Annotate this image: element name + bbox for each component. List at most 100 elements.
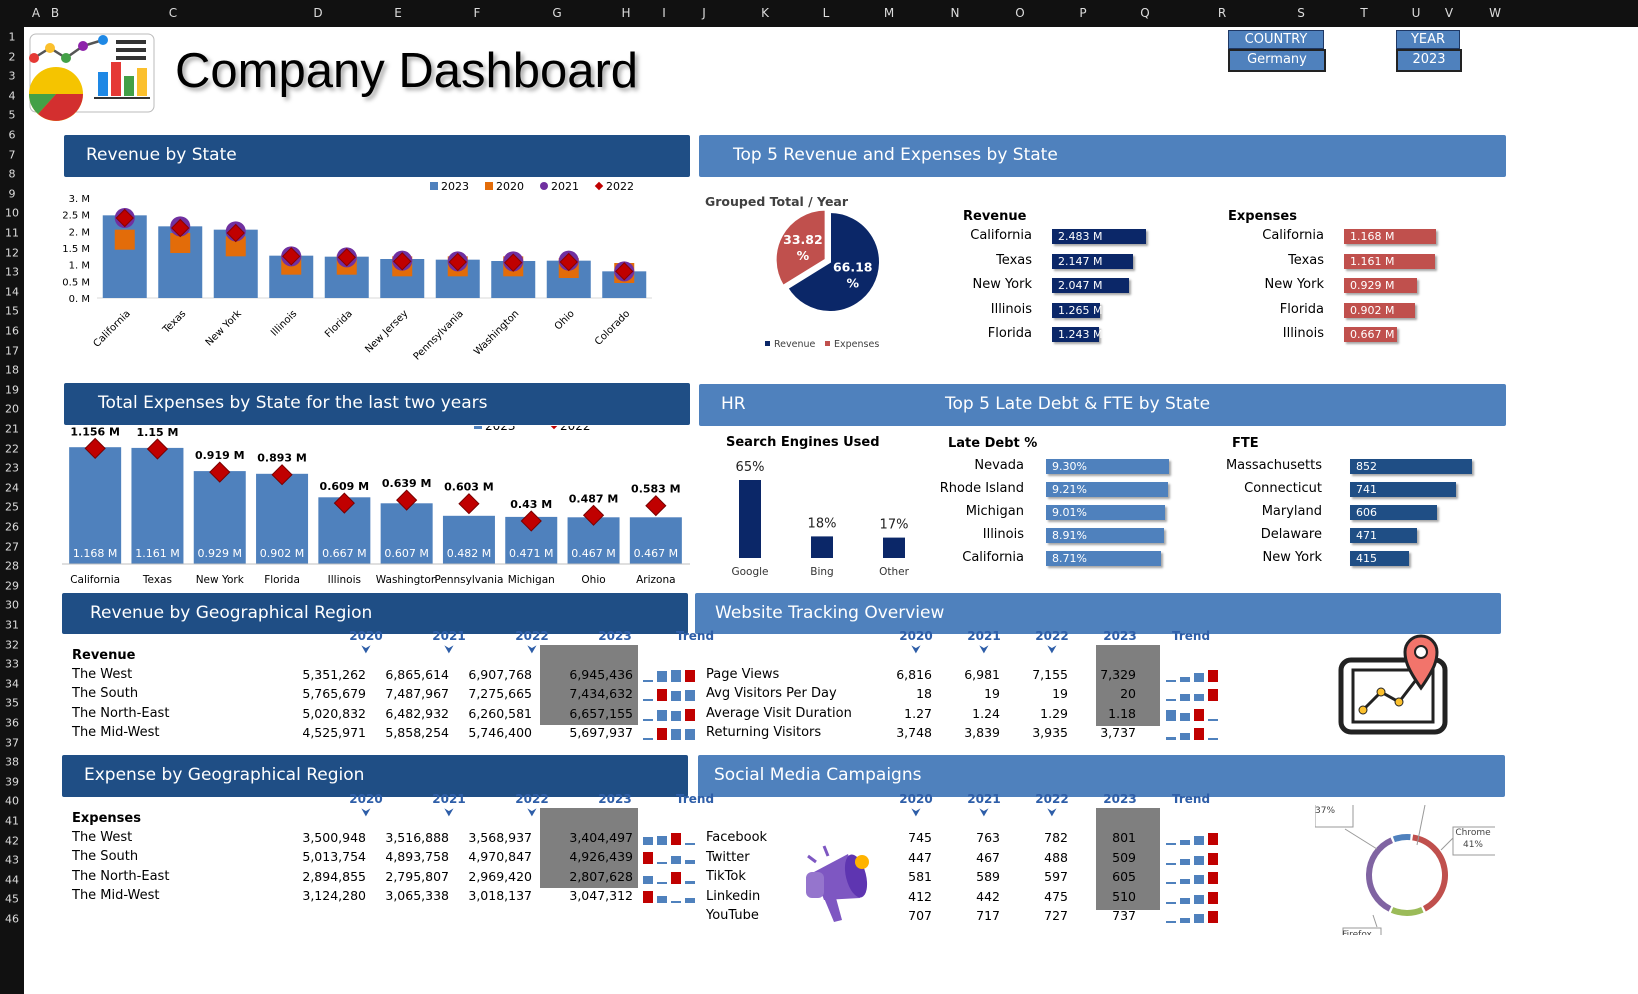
list-item-label: New York bbox=[1262, 550, 1322, 565]
trend-bar bbox=[1194, 727, 1204, 740]
search-bar bbox=[883, 537, 905, 558]
table-cell: 3,737 bbox=[1100, 724, 1136, 740]
search-value-label: 18% bbox=[808, 516, 837, 531]
country-filter-value[interactable]: Germany bbox=[1228, 49, 1326, 72]
trend-bar bbox=[643, 852, 653, 865]
trend-bar bbox=[1208, 737, 1218, 740]
list-item-bar: 9.01% bbox=[1046, 505, 1166, 520]
category-label: Ohio bbox=[581, 574, 605, 586]
trend-bar bbox=[1166, 862, 1176, 865]
hr-banner: HR Top 5 Late Debt & FTE by State bbox=[699, 384, 1506, 426]
year-header: 2020 bbox=[349, 629, 383, 643]
list-item-bar: 2.483 M bbox=[1052, 229, 1146, 244]
trend-bar bbox=[1194, 875, 1204, 884]
search-name-label: Bing bbox=[810, 566, 833, 578]
trend-bar bbox=[1180, 694, 1190, 702]
table-cell: 4,970,847 bbox=[468, 849, 532, 865]
trend-bar bbox=[1180, 839, 1190, 845]
trend-bar bbox=[671, 871, 681, 884]
trend-bar bbox=[1208, 891, 1218, 904]
bar-value-label: 0.902 M bbox=[260, 547, 304, 560]
category-label: California bbox=[92, 308, 133, 349]
trend-bar bbox=[643, 680, 653, 682]
trend-bar bbox=[671, 900, 681, 903]
year-header: 2023 bbox=[1103, 792, 1137, 806]
search-name-label: Google bbox=[731, 566, 768, 578]
list-item-label: Texas bbox=[1288, 252, 1324, 268]
y-tick-label: 2.5 M bbox=[62, 211, 90, 222]
search-engines-title: Search Engines Used bbox=[726, 435, 880, 450]
y-tick-label: 1. M bbox=[69, 261, 90, 272]
revenue-geo-banner: Revenue by Geographical Region bbox=[62, 593, 688, 634]
callout-label: Firefox bbox=[1342, 930, 1372, 935]
list-item-bar: 415 bbox=[1350, 551, 1410, 566]
legend-label: Expenses bbox=[834, 339, 879, 350]
list-item-bar: 741 bbox=[1350, 482, 1457, 497]
list-item-bar: 8.71% bbox=[1046, 551, 1162, 566]
marker-value-label: 0.919 M bbox=[195, 449, 245, 462]
list-item-label: Texas bbox=[996, 252, 1032, 268]
trend-sparkline bbox=[1166, 669, 1226, 683]
pie-value-label: % bbox=[846, 276, 859, 291]
column-header-U: U bbox=[1411, 6, 1421, 20]
pie-value-label: 33.82 bbox=[783, 232, 823, 247]
list-item-label: California bbox=[970, 228, 1032, 243]
trend-bar bbox=[1180, 917, 1190, 923]
table-row-label: Page Views bbox=[706, 667, 780, 682]
callout-value: 37% bbox=[1315, 806, 1335, 816]
donut-segment-firefox bbox=[1390, 906, 1424, 916]
revenue-list-title: Revenue bbox=[963, 209, 1027, 224]
row-header-19: 19 bbox=[5, 383, 19, 397]
row-header-3: 3 bbox=[8, 69, 16, 83]
row-header-41: 41 bbox=[5, 814, 19, 828]
trend-bar bbox=[1194, 673, 1204, 682]
donut-segment-chrome bbox=[1412, 834, 1448, 912]
table-cell: 5,858,254 bbox=[385, 724, 449, 740]
category-label: Illinois bbox=[269, 308, 299, 338]
column-header-R: R bbox=[1217, 6, 1227, 20]
y-tick-label: 0. M bbox=[69, 294, 90, 305]
table-cell: 3,124,280 bbox=[302, 887, 366, 903]
trend-bar bbox=[1208, 833, 1218, 845]
marker-2022 bbox=[645, 495, 667, 517]
trend-sparkline bbox=[643, 669, 703, 683]
marker-value-label: 0.43 M bbox=[510, 498, 552, 511]
table-cell: 510 bbox=[1112, 888, 1136, 904]
bar-value-label: 1.161 M bbox=[135, 547, 179, 560]
bar-value-label: 0.467 M bbox=[571, 547, 615, 560]
trend-bar bbox=[1166, 699, 1176, 702]
table-cell: 6,260,581 bbox=[468, 705, 532, 721]
trend-bar bbox=[685, 843, 695, 845]
list-item-bar: 8.91% bbox=[1046, 528, 1164, 543]
list-item-label: New York bbox=[972, 277, 1032, 292]
trend-bar bbox=[1166, 843, 1176, 845]
row-header-24: 24 bbox=[5, 481, 19, 495]
sort-chevron-icon: ⮟ bbox=[444, 808, 454, 819]
row-header-14: 14 bbox=[5, 285, 19, 299]
marker-value-label: 0.893 M bbox=[257, 452, 307, 465]
trend-sparkline bbox=[643, 851, 703, 865]
table-cell: 2,795,807 bbox=[385, 868, 449, 884]
sort-chevron-icon: ⮟ bbox=[911, 808, 921, 819]
row-header-9: 9 bbox=[8, 187, 16, 201]
trend-bar bbox=[657, 727, 667, 740]
list-item-bar: 0.929 M bbox=[1344, 278, 1418, 293]
trend-bar bbox=[1208, 852, 1218, 865]
sort-chevron-icon: ⮟ bbox=[361, 645, 371, 656]
row-headers: 1 2 3 4 5 6 7 8 9 10 11 12 13 14 15 16 17 18 19 20 21 22 23 24 2… bbox=[0, 27, 24, 994]
column-headers: AB C D E F G H I J K L M N O P Q R S T U V W bbox=[0, 0, 1638, 27]
bar-value-label: 0.929 M bbox=[198, 547, 242, 560]
trend-bar bbox=[657, 881, 667, 884]
row-header-44: 44 bbox=[5, 873, 19, 887]
year-filter-value[interactable]: 2023 bbox=[1396, 49, 1462, 72]
list-item-bar: 2.047 M bbox=[1052, 278, 1130, 293]
table-cell: 5,697,937 bbox=[569, 724, 633, 740]
table-row-label: Linkedin bbox=[706, 888, 761, 904]
column-header-M: M bbox=[883, 6, 895, 20]
category-label: Florida bbox=[323, 308, 355, 340]
row-header-17: 17 bbox=[5, 344, 19, 358]
fte-list: Massachusetts 852 Connecticut 741 Maryland 60… bbox=[1200, 458, 1480, 578]
country-filter-label: COUNTRY bbox=[1228, 30, 1324, 49]
trend-bar bbox=[1180, 713, 1190, 721]
trend-bar bbox=[1166, 737, 1176, 740]
